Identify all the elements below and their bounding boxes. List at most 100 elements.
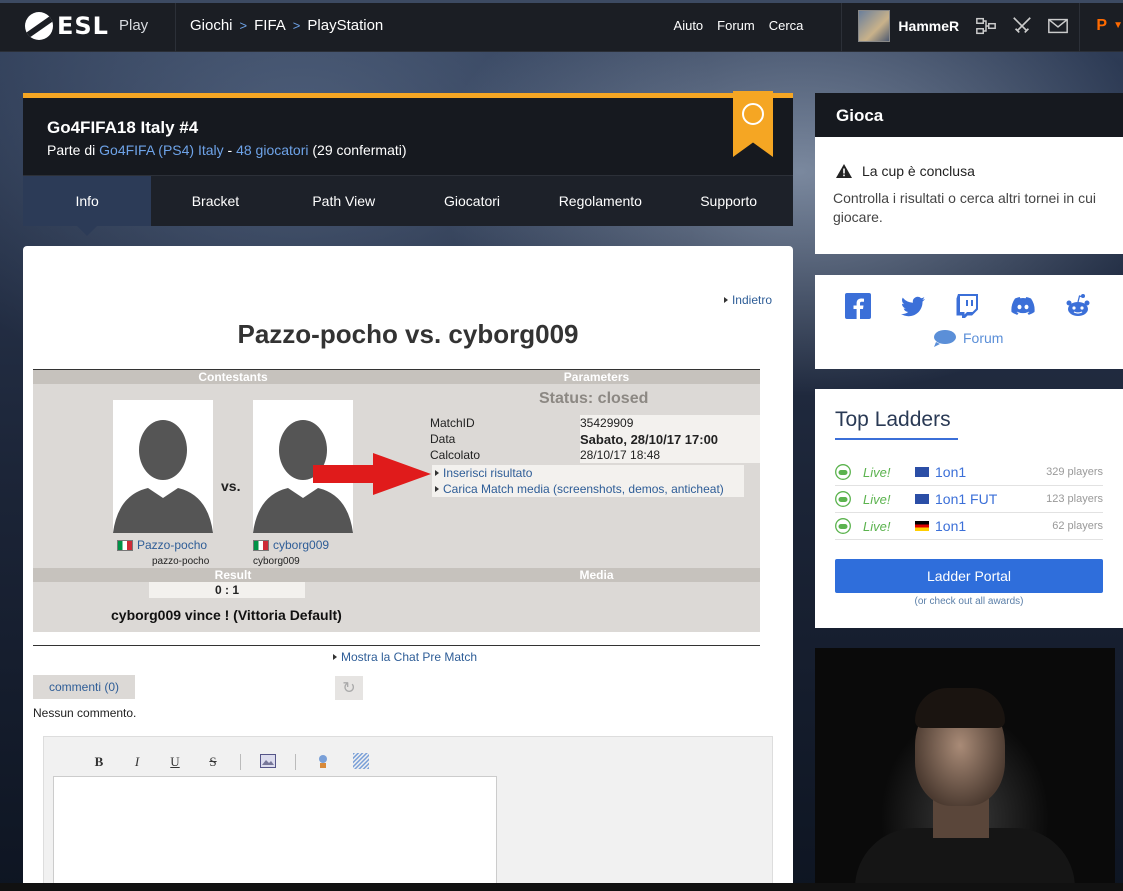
nav-link-aiuto[interactable]: Aiuto bbox=[674, 18, 704, 33]
back-link[interactable]: Indietro bbox=[724, 293, 772, 307]
ladder-portal-button[interactable]: Ladder Portal bbox=[835, 559, 1103, 593]
ladder-row[interactable]: Live! 1on1 FUT 123 players bbox=[835, 486, 1103, 513]
discord-icon[interactable] bbox=[1010, 293, 1036, 319]
italic-button[interactable]: I bbox=[118, 754, 156, 770]
tab-info[interactable]: Info bbox=[23, 176, 152, 236]
esl-logo[interactable]: ESL Play bbox=[0, 0, 176, 52]
param-value: Sabato, 28/10/17 17:00 bbox=[580, 431, 760, 447]
playstation-icon[interactable]: P ▼ bbox=[1079, 0, 1123, 52]
award-ribbon-icon bbox=[733, 91, 773, 157]
awards-link[interactable]: (or check out all awards) bbox=[815, 596, 1123, 607]
pre-match-chat-link[interactable]: Mostra la Chat Pre Match bbox=[333, 650, 477, 664]
ladder-row[interactable]: Live! 1on1 329 players bbox=[835, 459, 1103, 486]
comments-tab[interactable]: commenti (0) bbox=[33, 675, 135, 699]
nav-link-forum[interactable]: Forum bbox=[717, 18, 755, 33]
gamepad-icon bbox=[835, 518, 851, 534]
user-menu[interactable]: HammeR bbox=[841, 0, 971, 52]
tab-path-view[interactable]: Path View bbox=[279, 176, 408, 226]
ladder-player-count: 329 players bbox=[1046, 466, 1103, 478]
match-box: Contestants Parameters Status: closed vs… bbox=[33, 369, 760, 632]
swords-icon[interactable] bbox=[1011, 15, 1033, 37]
tab-regolamento[interactable]: Regolamento bbox=[536, 176, 665, 226]
ladder-name[interactable]: 1on1 FUT bbox=[935, 491, 1039, 507]
italy-flag-icon bbox=[253, 539, 269, 551]
facebook-icon[interactable] bbox=[845, 293, 871, 319]
players-link[interactable]: 48 giocatori bbox=[236, 142, 308, 158]
match-headers: Contestants Parameters bbox=[33, 370, 760, 384]
live-status: Live! bbox=[863, 464, 891, 480]
ladder-player-count: 123 players bbox=[1046, 493, 1103, 505]
top-icons bbox=[975, 0, 1079, 52]
username[interactable]: HammeR bbox=[898, 18, 959, 34]
tab-supporto[interactable]: Supporto bbox=[664, 176, 793, 226]
ladder-name[interactable]: 1on1 bbox=[935, 464, 1039, 480]
top-navigation: ESL Play Giochi > FIFA > PlayStation Aiu… bbox=[0, 0, 1123, 52]
bold-button[interactable]: B bbox=[80, 754, 118, 770]
mail-icon[interactable] bbox=[1047, 15, 1069, 37]
refresh-icon[interactable]: ↻ bbox=[335, 676, 363, 700]
tournament-title: Go4FIFA18 Italy #4 bbox=[47, 118, 199, 137]
nav-link-cerca[interactable]: Cerca bbox=[769, 18, 804, 33]
tab-giocatori[interactable]: Giocatori bbox=[407, 176, 537, 226]
breadcrumb: Giochi > FIFA > PlayStation bbox=[190, 17, 674, 34]
tab-bracket[interactable]: Bracket bbox=[151, 176, 280, 226]
forum-link[interactable]: Forum bbox=[933, 329, 1003, 347]
tournament-subtitle: Parte di Go4FIFA (PS4) Italy - 48 giocat… bbox=[47, 142, 407, 158]
tournament-tabs: Info Bracket Path View Giocatori Regolam… bbox=[23, 175, 793, 236]
league-link[interactable]: Go4FIFA (PS4) Italy bbox=[99, 142, 224, 158]
result-headers: Result Media bbox=[33, 568, 760, 582]
param-value: 28/10/17 18:48 bbox=[580, 447, 760, 463]
twitch-icon[interactable] bbox=[955, 293, 981, 319]
contestants-header: Contestants bbox=[198, 370, 268, 384]
player2-name[interactable]: cyborg009 bbox=[273, 538, 329, 552]
media-header: Media bbox=[579, 568, 614, 582]
logo-text: ESL bbox=[57, 11, 109, 40]
twitter-icon[interactable] bbox=[900, 293, 926, 319]
cup-closed-notice: La cup è conclusa bbox=[836, 163, 975, 179]
nav-links: Aiuto Forum Cerca bbox=[674, 18, 804, 33]
toolbar-separator bbox=[295, 754, 296, 770]
user-silhouette-icon bbox=[113, 420, 213, 533]
social-panel: Forum bbox=[815, 275, 1123, 369]
submit-result-link[interactable]: Inserisci risultato bbox=[432, 465, 744, 481]
vs-label: vs. bbox=[221, 478, 241, 494]
social-links bbox=[845, 293, 1091, 319]
match-title: Pazzo-pocho vs. cyborg009 bbox=[237, 319, 579, 349]
editor-toolbar: B I U S bbox=[44, 737, 772, 773]
spoiler-icon[interactable] bbox=[342, 752, 380, 772]
param-label: MatchID bbox=[430, 416, 475, 430]
breadcrumb-giochi[interactable]: Giochi bbox=[190, 17, 233, 34]
bracket-icon[interactable] bbox=[975, 15, 997, 37]
ladder-row[interactable]: Live! 1on1 62 players bbox=[835, 513, 1103, 540]
sub-prefix: Parte di bbox=[47, 142, 96, 158]
player1-avatar bbox=[113, 400, 213, 533]
logo-sub: Play bbox=[118, 17, 149, 34]
breadcrumb-playstation[interactable]: PlayStation bbox=[307, 17, 383, 34]
avatar[interactable] bbox=[858, 9, 891, 42]
forum-label[interactable]: Forum bbox=[963, 330, 1003, 346]
upload-media-link[interactable]: Carica Match media (screenshots, demos, … bbox=[432, 481, 744, 497]
underline-button[interactable]: U bbox=[156, 754, 194, 770]
player2-link[interactable]: cyborg009 bbox=[253, 538, 329, 552]
player2-sub: cyborg009 bbox=[253, 556, 300, 567]
player1-link[interactable]: Pazzo-pocho bbox=[117, 538, 207, 552]
comment-textarea[interactable] bbox=[53, 776, 497, 891]
no-comments-text: Nessun commento. bbox=[33, 706, 137, 720]
match-panel: Indietro Pazzo-pocho vs. cyborg009 Conte… bbox=[23, 246, 793, 891]
image-icon[interactable] bbox=[249, 753, 287, 771]
playstation-glyph: P bbox=[1096, 16, 1108, 34]
match-parameters: MatchID 35429909 Data Sabato, 28/10/17 1… bbox=[430, 415, 760, 463]
confirmed-count: (29 confermati) bbox=[312, 142, 407, 158]
bottom-bar bbox=[0, 883, 1123, 891]
top-ladders-panel: Top Ladders Live! 1on1 329 players Live!… bbox=[815, 389, 1123, 628]
promo-banner[interactable] bbox=[815, 648, 1115, 891]
breadcrumb-fifa[interactable]: FIFA bbox=[254, 17, 286, 34]
strike-button[interactable]: S bbox=[194, 754, 232, 770]
gamepad-icon bbox=[835, 464, 851, 480]
player1-name[interactable]: Pazzo-pocho bbox=[137, 538, 207, 552]
param-value: 35429909 bbox=[580, 415, 760, 431]
play-panel: Gioca La cup è conclusa Controlla i risu… bbox=[815, 93, 1123, 254]
ladder-name[interactable]: 1on1 bbox=[935, 518, 1039, 534]
reddit-icon[interactable] bbox=[1065, 293, 1091, 319]
quote-icon[interactable] bbox=[304, 753, 342, 772]
